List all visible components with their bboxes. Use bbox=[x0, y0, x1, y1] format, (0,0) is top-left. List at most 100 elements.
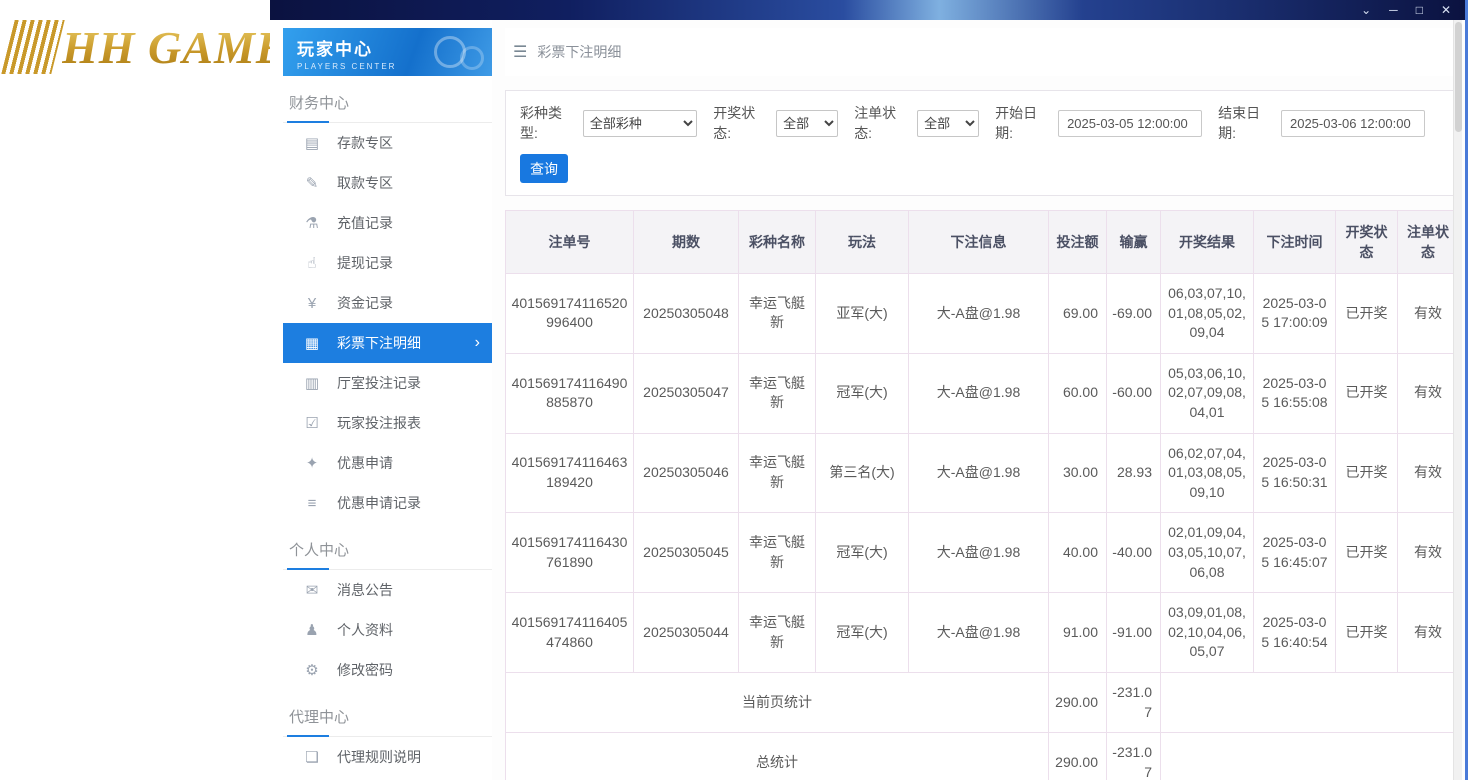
sidebar-item-hall[interactable]: ▥ 厅室投注记录 bbox=[283, 363, 492, 403]
gamepad-icon bbox=[428, 34, 484, 70]
cell-draw_result: 03,09,01,08,02,10,04,06,05,07 bbox=[1161, 593, 1254, 673]
promo-icon: ✦ bbox=[303, 454, 321, 472]
cell-win_loss: 28.93 bbox=[1107, 433, 1161, 513]
cell-period: 20250305046 bbox=[634, 433, 739, 513]
sidebar-item-funds[interactable]: ¥资金记录 bbox=[283, 283, 492, 323]
cell-bet_amount: 69.00 bbox=[1049, 274, 1107, 354]
start-date-input[interactable] bbox=[1058, 110, 1202, 137]
cell-bet_info: 大-A盘@1.98 bbox=[909, 433, 1049, 513]
sidebar-item-label: 资金记录 bbox=[337, 293, 393, 313]
column-header: 玩法 bbox=[816, 211, 909, 274]
sidebar-item-promo[interactable]: ✦优惠申请 bbox=[283, 443, 492, 483]
table-header-row: 注单号期数彩种名称玩法下注信息投注额输赢开奖结果下注时间开奖状态注单状态 bbox=[506, 211, 1459, 274]
sidebar-item-recharge[interactable]: ⚗充值记录 bbox=[283, 203, 492, 243]
sidebar-item-report[interactable]: ☑ 玩家投注报表 bbox=[283, 403, 492, 443]
cell-period: 20250305048 bbox=[634, 274, 739, 354]
gear-icon: ⚙ bbox=[303, 661, 321, 679]
sidebar-item-label: 优惠申请记录 bbox=[337, 493, 421, 513]
sidebar-item-label: 厅室投注记录 bbox=[337, 373, 421, 393]
cell-play: 冠军(大) bbox=[816, 353, 909, 433]
table-row: 40156917411640547486020250305044幸运飞艇新冠军(… bbox=[506, 593, 1459, 673]
cell-lottery_name: 幸运飞艇新 bbox=[739, 274, 816, 354]
cell-bet_id: 401569174116463189420 bbox=[506, 433, 634, 513]
sidebar-item-withdraw[interactable]: ✎取款专区 bbox=[283, 163, 492, 203]
hamburger-icon[interactable]: ☰ bbox=[513, 42, 527, 62]
page-title: 彩票下注明细 bbox=[537, 42, 621, 62]
cell-draw_status: 已开奖 bbox=[1336, 513, 1398, 593]
summary-bet-amount: 290.00 bbox=[1049, 733, 1107, 780]
promo-record-icon: ≡ bbox=[303, 495, 321, 512]
sidebar-item-deposit[interactable]: ▤存款专区 bbox=[283, 123, 492, 163]
section-title: 个人中心 bbox=[283, 523, 492, 570]
user-icon: ♟ bbox=[303, 621, 321, 639]
section-title: 财务中心 bbox=[283, 76, 492, 123]
summary-label: 总统计 bbox=[506, 733, 1049, 780]
cell-bet_time: 2025-03-05 16:40:54 bbox=[1254, 593, 1336, 673]
cell-bet_info: 大-A盘@1.98 bbox=[909, 593, 1049, 673]
cell-draw_status: 已开奖 bbox=[1336, 274, 1398, 354]
cell-bet_amount: 60.00 bbox=[1049, 353, 1107, 433]
report-icon: ☑ bbox=[303, 414, 321, 432]
sidebar-item-label: 存款专区 bbox=[337, 133, 393, 153]
cell-period: 20250305045 bbox=[634, 513, 739, 593]
cashout-icon: ☝ bbox=[303, 254, 321, 272]
cell-bet_info: 大-A盘@1.98 bbox=[909, 353, 1049, 433]
window-titlebar: ⌄ ─ □ ✕ bbox=[270, 0, 1465, 20]
column-header: 下注信息 bbox=[909, 211, 1049, 274]
scrollbar[interactable] bbox=[1453, 20, 1462, 780]
summary-row: 总统计290.00-231.07 bbox=[506, 733, 1459, 780]
sidebar-item-label: 提现记录 bbox=[337, 253, 393, 273]
sidebar-item-bell[interactable]: ✉ 消息公告 bbox=[283, 570, 492, 610]
sidebar-item-lottery[interactable]: ▦彩票下注明细› bbox=[283, 323, 492, 363]
sidebar-item-doc[interactable]: ❏代理规则说明 bbox=[283, 737, 492, 777]
hall-icon: ▥ bbox=[303, 374, 321, 392]
summary-empty bbox=[1161, 733, 1459, 780]
cell-bet_status: 有效 bbox=[1398, 433, 1459, 513]
sidebar-item-label: 消息公告 bbox=[337, 580, 393, 600]
sidebar-item-gear[interactable]: ⚙ 修改密码 bbox=[283, 650, 492, 690]
sidebar-item-label: 修改密码 bbox=[337, 660, 393, 680]
sidebar-item-label: 玩家投注报表 bbox=[337, 413, 421, 433]
bet-table: 注单号期数彩种名称玩法下注信息投注额输赢开奖结果下注时间开奖状态注单状态 401… bbox=[505, 210, 1459, 780]
sidebar-item-promo-record[interactable]: ≡ 优惠申请记录 bbox=[283, 483, 492, 523]
sidebar: 玩家中心 PLAYERS CENTER 财务中心▤存款专区✎取款专区⚗充值记录☝… bbox=[283, 20, 492, 780]
sidebar-item-label: 充值记录 bbox=[337, 213, 393, 233]
end-date-input[interactable] bbox=[1281, 110, 1425, 137]
cell-lottery_name: 幸运飞艇新 bbox=[739, 513, 816, 593]
close-icon[interactable]: ✕ bbox=[1441, 0, 1451, 20]
scrollbar-thumb[interactable] bbox=[1455, 22, 1462, 132]
screen: HH GAME ⌄ ─ □ ✕ 玩家中心 PLAYERS CENTER 财务中心… bbox=[0, 0, 1468, 780]
cell-bet_info: 大-A盘@1.98 bbox=[909, 513, 1049, 593]
lottery-type-select[interactable]: 全部彩种 bbox=[583, 110, 697, 137]
cell-win_loss: -69.00 bbox=[1107, 274, 1161, 354]
doc-icon: ❏ bbox=[303, 748, 321, 766]
section-title: 代理中心 bbox=[283, 690, 492, 737]
app-window: ⌄ ─ □ ✕ 玩家中心 PLAYERS CENTER 财务中心▤存款专区✎取款… bbox=[270, 0, 1468, 780]
table-row: 40156917411643076189020250305045幸运飞艇新冠军(… bbox=[506, 513, 1459, 593]
chevron-down-icon[interactable]: ⌄ bbox=[1361, 0, 1371, 20]
cell-bet_time: 2025-03-05 16:55:08 bbox=[1254, 353, 1336, 433]
column-header: 彩种名称 bbox=[739, 211, 816, 274]
content-topbar: ☰ 彩票下注明细 bbox=[505, 28, 1456, 76]
bell-icon: ✉ bbox=[303, 581, 321, 599]
sidebar-item-user[interactable]: ♟个人资料 bbox=[283, 610, 492, 650]
cell-bet_amount: 30.00 bbox=[1049, 433, 1107, 513]
cell-win_loss: -91.00 bbox=[1107, 593, 1161, 673]
maximize-icon[interactable]: □ bbox=[1416, 0, 1423, 20]
search-button[interactable]: 查询 bbox=[520, 154, 568, 183]
bet-status-select[interactable]: 全部 bbox=[917, 110, 979, 137]
bet-status-label: 注单状态: bbox=[854, 103, 912, 143]
sidebar-nav: 财务中心▤存款专区✎取款专区⚗充值记录 ☝ 提现记录 ¥资金记录▦彩票下注明细› ▥ 厅室… bbox=[283, 76, 492, 777]
minimize-icon[interactable]: ─ bbox=[1389, 0, 1398, 20]
filter-panel: 彩种类型: 全部彩种 开奖状态: 全部 注单状态: 全部 开始日期: bbox=[505, 90, 1456, 196]
cell-bet_info: 大-A盘@1.98 bbox=[909, 274, 1049, 354]
draw-status-select[interactable]: 全部 bbox=[776, 110, 838, 137]
site-logo: HH GAME bbox=[0, 0, 270, 780]
column-header: 开奖状态 bbox=[1336, 211, 1398, 274]
column-header: 投注额 bbox=[1049, 211, 1107, 274]
sidebar-item-cashout[interactable]: ☝ 提现记录 bbox=[283, 243, 492, 283]
cell-lottery_name: 幸运飞艇新 bbox=[739, 593, 816, 673]
cell-bet_time: 2025-03-05 17:00:09 bbox=[1254, 274, 1336, 354]
cell-draw_status: 已开奖 bbox=[1336, 593, 1398, 673]
cell-draw_status: 已开奖 bbox=[1336, 353, 1398, 433]
